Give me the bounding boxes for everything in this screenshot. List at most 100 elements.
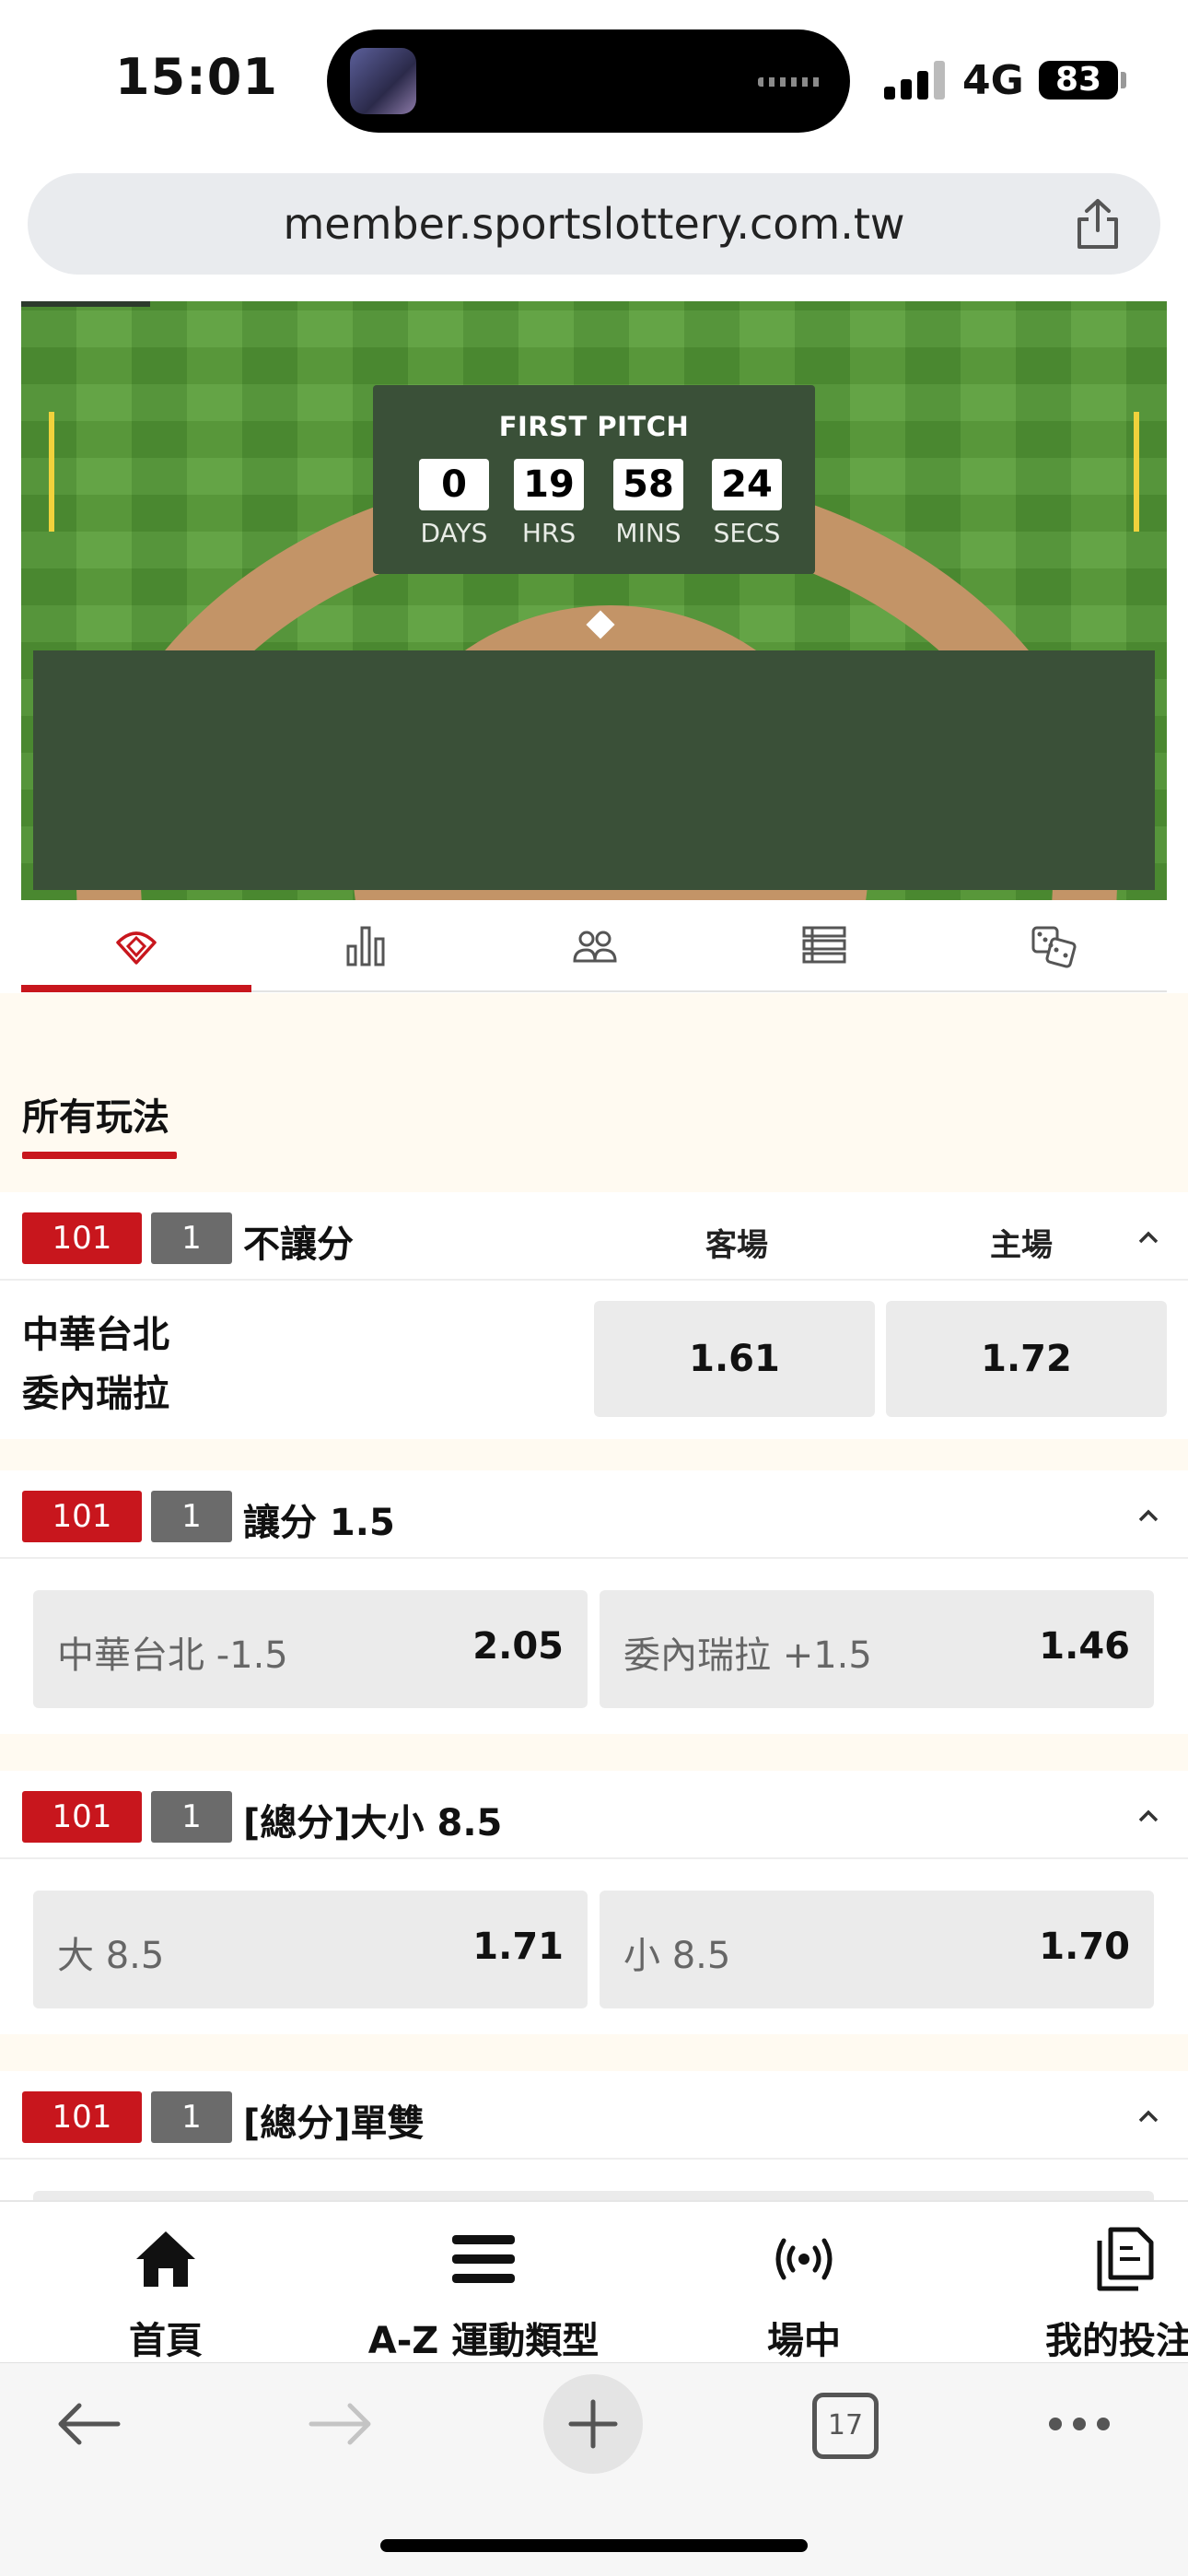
game-number-badge: 1 xyxy=(151,2091,232,2143)
odds-home-button[interactable]: 1.72 xyxy=(886,1301,1167,1417)
dice-icon xyxy=(1031,926,1077,968)
market-title: [總分]單雙 xyxy=(243,2102,425,2145)
status-time: 15:01 xyxy=(115,48,278,106)
option-label: 大 8.5 xyxy=(57,1935,165,1977)
countdown-hours-label: HRS xyxy=(521,518,577,548)
audio-waveform-icon xyxy=(758,77,822,87)
nav-home[interactable]: 首頁 xyxy=(74,2202,258,2364)
countdown-seconds: 24 SECS xyxy=(701,459,793,548)
nav-sports-az-label: A-Z 運動類型 xyxy=(367,2320,600,2362)
game-number-badge: 1 xyxy=(151,1212,232,1264)
foul-pole-left xyxy=(49,412,54,532)
first-pitch-countdown: FIRST PITCH 0 DAYS 19 HRS 58 MINS 24 SEC… xyxy=(373,385,815,574)
handicap-away-button[interactable]: 中華台北 -1.5 2.05 xyxy=(33,1590,588,1708)
countdown-seconds-label: SECS xyxy=(713,518,781,548)
all-plays-underline xyxy=(22,1152,177,1159)
network-type: 4G xyxy=(962,57,1024,104)
chevron-up-icon[interactable] xyxy=(1136,2104,1160,2128)
address-bar[interactable]: member.sportslottery.com.tw xyxy=(28,173,1160,275)
dynamic-island[interactable] xyxy=(327,29,850,133)
app-bottom-nav: 首頁 A-Z 運動類型 場中 我的投注 xyxy=(0,2200,1188,2362)
home-indicator xyxy=(380,2539,808,2552)
nav-my-bets-label: 我的投注 xyxy=(1045,2320,1188,2362)
chevron-up-icon[interactable] xyxy=(1136,1225,1160,1249)
countdown-minutes-value: 58 xyxy=(613,459,683,510)
home-icon xyxy=(136,2231,195,2287)
more-options-icon[interactable] xyxy=(1046,2415,1112,2433)
nav-home-label: 首頁 xyxy=(129,2320,203,2362)
countdown-minutes: 58 MINS xyxy=(602,459,694,548)
battery-icon: 83 xyxy=(1039,61,1118,100)
countdown-title: FIRST PITCH xyxy=(498,411,690,442)
forward-arrow-icon[interactable] xyxy=(306,2398,376,2450)
baseball-field-icon xyxy=(116,931,157,965)
column-home: 主場 xyxy=(990,1227,1053,1264)
market-body-moneyline: 中華台北 委內瑞拉 1.61 1.72 xyxy=(0,1281,1188,1439)
countdown-seconds-value: 24 xyxy=(712,459,782,510)
menu-icon xyxy=(452,2235,515,2283)
team-away-name: 中華台北 xyxy=(22,1314,169,1356)
new-tab-button[interactable] xyxy=(543,2374,643,2474)
hero-top-bar xyxy=(21,301,150,307)
tab-players[interactable] xyxy=(480,900,708,992)
market-title: [總分]大小 8.5 xyxy=(243,1802,503,1844)
status-bar: 15:01 4G 83 xyxy=(0,0,1188,166)
tab-stats[interactable] xyxy=(250,900,479,992)
back-arrow-icon[interactable] xyxy=(53,2398,123,2450)
handicap-home-button[interactable]: 委內瑞拉 +1.5 1.46 xyxy=(600,1590,1154,1708)
chevron-up-icon[interactable] xyxy=(1136,1504,1160,1528)
column-away: 客場 xyxy=(705,1227,768,1264)
team-home-name: 委內瑞拉 xyxy=(22,1373,169,1415)
market-body-odd-even xyxy=(0,2160,1188,2209)
market-title: 讓分 1.5 xyxy=(243,1502,395,1544)
countdown-hours-value: 19 xyxy=(514,459,584,510)
share-icon[interactable] xyxy=(1074,197,1122,251)
countdown-minutes-label: MINS xyxy=(615,518,681,548)
countdown-hours: 19 HRS xyxy=(503,459,595,548)
foul-pole-right xyxy=(1134,412,1139,532)
live-broadcast-icon xyxy=(775,2238,833,2280)
nav-live-label: 場中 xyxy=(767,2320,841,2362)
now-playing-artwork[interactable] xyxy=(350,48,416,114)
market-header-odd-even[interactable]: 101 1 [總分]單雙 xyxy=(0,2071,1188,2160)
nav-sports-az[interactable]: A-Z 運動類型 xyxy=(350,2202,617,2364)
game-number-badge: 1 xyxy=(151,1491,232,1542)
my-bets-icon xyxy=(1097,2227,1154,2291)
scoreboard-panel xyxy=(33,650,1155,890)
tab-field[interactable] xyxy=(21,900,251,992)
market-header-handicap[interactable]: 101 1 讓分 1.5 xyxy=(0,1470,1188,1559)
game-code-badge: 101 xyxy=(22,1491,142,1542)
market-header-moneyline[interactable]: 101 1 不讓分 客場 主場 xyxy=(0,1192,1188,1281)
option-label: 中華台北 -1.5 xyxy=(57,1634,288,1677)
tab-games[interactable] xyxy=(938,900,1167,992)
option-odds: 1.71 xyxy=(472,1926,564,1968)
market-title: 不讓分 xyxy=(243,1224,354,1266)
option-odds: 2.05 xyxy=(472,1625,564,1668)
game-code-badge: 101 xyxy=(22,1791,142,1843)
option-label: 委內瑞拉 +1.5 xyxy=(623,1634,872,1677)
countdown-days-label: DAYS xyxy=(420,518,488,548)
nav-my-bets[interactable]: 我的投注 xyxy=(1031,2202,1188,2364)
all-plays-tab[interactable]: 所有玩法 xyxy=(22,1087,169,1141)
countdown-days-value: 0 xyxy=(419,459,489,510)
total-under-button[interactable]: 小 8.5 1.70 xyxy=(600,1891,1154,2008)
market-body-handicap: 中華台北 -1.5 2.05 委內瑞拉 +1.5 1.46 xyxy=(0,1559,1188,1734)
tab-lineup[interactable] xyxy=(709,900,938,992)
cellular-signal-icon xyxy=(884,61,945,100)
url-text[interactable]: member.sportslottery.com.tw xyxy=(28,199,1160,249)
chevron-up-icon[interactable] xyxy=(1136,1804,1160,1828)
option-label: 小 8.5 xyxy=(623,1935,731,1977)
odds-away-button[interactable]: 1.61 xyxy=(594,1301,875,1417)
market-header-totals[interactable]: 101 1 [總分]大小 8.5 xyxy=(0,1771,1188,1859)
game-code-badge: 101 xyxy=(22,2091,142,2143)
total-over-button[interactable]: 大 8.5 1.71 xyxy=(33,1891,588,2008)
tabs-count-button[interactable]: 17 xyxy=(812,2393,879,2459)
nav-live[interactable]: 場中 xyxy=(712,2202,896,2364)
lineup-list-icon xyxy=(802,926,846,964)
stats-bar-icon xyxy=(346,926,385,966)
plus-icon xyxy=(568,2399,618,2449)
countdown-days: 0 DAYS xyxy=(408,459,500,548)
game-tab-strip xyxy=(21,900,1167,992)
market-body-totals: 大 8.5 1.71 小 8.5 1.70 xyxy=(0,1859,1188,2034)
game-number-badge: 1 xyxy=(151,1791,232,1843)
